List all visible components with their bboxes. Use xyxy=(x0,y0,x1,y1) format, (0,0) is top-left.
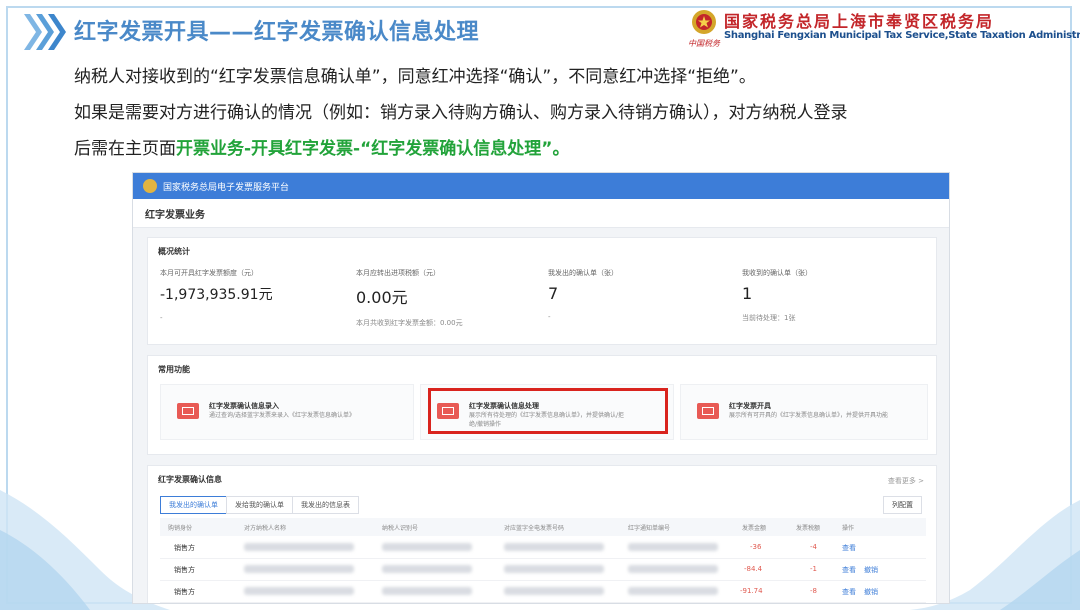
stat-sub: 本月共收到红字发票金额：0.00元 xyxy=(356,319,463,327)
slide-title: 红字发票开具——红字发票确认信息处理 xyxy=(74,20,480,45)
org-name-en: Shanghai Fengxian Municipal Tax Service,… xyxy=(724,30,1080,41)
stat-item: 本月应转出进项税额（元） 0.00元 本月共收到红字发票金额：0.00元 xyxy=(356,268,546,328)
stat-sub: 当前待处理：1张 xyxy=(742,314,796,322)
body-line-3-highlight: 开票业务-开具红字发票-“红字发票确认信息处理”。 xyxy=(176,139,570,159)
redacted-cell xyxy=(628,565,718,573)
stat-item: 我发出的确认单（张） 7 - xyxy=(548,268,738,328)
revoke-link[interactable]: 撤销 xyxy=(864,565,878,575)
cell-role: 销售方 xyxy=(174,588,195,596)
table-row: 销售方 -91.74 -8 查看 撤销 xyxy=(160,580,926,603)
overview-title: 概况统计 xyxy=(158,247,190,256)
table-header: 购销身份 对方纳税人名称 纳税人识别号 对应蓝字全电发票号码 红字通知单编号 发… xyxy=(160,518,926,536)
confirm-tabs: 我发出的确认单 发给我的确认单 我发出的信息表 xyxy=(160,496,359,514)
tab-received-confirm[interactable]: 发给我的确认单 xyxy=(226,496,293,514)
cell-amount: -36 xyxy=(750,543,762,551)
invoice-icon xyxy=(177,403,199,419)
column-header: 发票税额 xyxy=(796,525,821,532)
cell-tax: -1 xyxy=(810,565,817,573)
cell-tax: -4 xyxy=(810,543,817,551)
redacted-cell xyxy=(628,543,718,551)
cell-amount: -91.74 xyxy=(740,587,763,595)
revoke-link[interactable]: 撤销 xyxy=(864,587,878,597)
stat-sub: - xyxy=(548,313,551,321)
column-header: 购销身份 xyxy=(168,525,193,532)
stat-label: 本月应转出进项税额（元） xyxy=(356,269,440,277)
func-desc: 展示所有可开具的《红字发票信息确认单》，并提供开具功能 xyxy=(729,412,889,419)
redacted-cell xyxy=(504,587,604,595)
chevron-arrows-icon xyxy=(24,14,66,50)
stat-label: 我发出的确认单（张） xyxy=(548,269,618,277)
stat-value: -1,973,935.91元 xyxy=(160,287,273,303)
functions-title: 常用功能 xyxy=(158,365,190,374)
cell-tax: -8 xyxy=(810,587,817,595)
column-header: 红字通知单编号 xyxy=(628,525,671,532)
redacted-cell xyxy=(504,543,604,551)
highlight-box xyxy=(428,388,668,434)
redacted-cell xyxy=(382,565,472,573)
body-line-3: 后需在主页面开票业务-开具红字发票-“红字发票确认信息处理”。 xyxy=(74,134,569,159)
func-red-confirm-entry[interactable]: 红字发票确认信息录入 通过查询/选择蓝字发票来录入《红字发票信息确认单》 xyxy=(160,384,414,440)
stat-label: 我收到的确认单（张） xyxy=(742,269,812,277)
redacted-cell xyxy=(504,565,604,573)
view-more-link[interactable]: 查看更多 > xyxy=(888,476,924,486)
redacted-cell xyxy=(628,587,718,595)
column-config-button[interactable]: 列配置 xyxy=(883,496,922,514)
redacted-cell xyxy=(382,587,472,595)
column-header: 发票金额 xyxy=(742,525,767,532)
invoice-icon xyxy=(697,403,719,419)
column-header: 操作 xyxy=(842,525,855,532)
view-link[interactable]: 查看 xyxy=(842,565,856,575)
table-row: 销售方 -84.4 -1 查看 撤销 xyxy=(160,558,926,581)
func-desc: 通过查询/选择蓝字发票来录入《红字发票信息确认单》 xyxy=(209,412,356,419)
functions-card: 常用功能 红字发票确认信息录入 通过查询/选择蓝字发票来录入《红字发票信息确认单… xyxy=(147,355,937,455)
stat-value: 7 xyxy=(548,284,559,303)
tab-sent-info-table[interactable]: 我发出的信息表 xyxy=(292,496,359,514)
overview-card: 概况统计 本月可开具红字发票额度（元） -1,973,935.91元 - 本月应… xyxy=(147,237,937,345)
stat-value: 0.00元 xyxy=(356,288,408,307)
func-name: 红字发票确认信息录入 xyxy=(209,402,279,410)
redacted-cell xyxy=(244,543,354,551)
cell-role: 销售方 xyxy=(174,544,195,552)
column-header: 对应蓝字全电发票号码 xyxy=(504,525,565,532)
stat-item: 本月可开具红字发票额度（元） -1,973,935.91元 - xyxy=(160,268,350,328)
org-name-cn: 国家税务总局上海市奉贤区税务局 xyxy=(724,12,995,31)
redacted-cell xyxy=(244,587,354,595)
redacted-cell xyxy=(382,543,472,551)
column-header: 纳税人识别号 xyxy=(382,525,419,532)
stat-sub: - xyxy=(160,314,163,322)
org-header: 中国税务 国家税务总局上海市奉贤区税务局 Shanghai Fengxian M… xyxy=(688,6,1080,50)
tab-sent-confirm[interactable]: 我发出的确认单 xyxy=(160,496,227,514)
body-line-3-prefix: 后需在主页面 xyxy=(74,139,176,159)
platform-emblem-icon xyxy=(143,179,157,193)
tax-emblem-icon xyxy=(692,10,716,34)
stat-label: 本月可开具红字发票额度（元） xyxy=(160,269,258,277)
page-title: 红字发票业务 xyxy=(133,199,949,228)
confirm-info-title: 红字发票确认信息 xyxy=(158,475,222,484)
platform-screenshot: 国家税务总局电子发票服务平台 红字发票业务 概况统计 本月可开具红字发票额度（元… xyxy=(132,172,950,604)
redacted-cell xyxy=(244,565,354,573)
view-link[interactable]: 查看 xyxy=(842,543,856,553)
platform-topbar: 国家税务总局电子发票服务平台 xyxy=(133,173,949,199)
cell-amount: -84.4 xyxy=(744,565,763,573)
confirm-info-card: 红字发票确认信息 查看更多 > 我发出的确认单 发给我的确认单 我发出的信息表 … xyxy=(147,465,937,603)
view-link[interactable]: 查看 xyxy=(842,587,856,597)
stat-value: 1 xyxy=(742,284,753,303)
org-script-mark: 中国税务 xyxy=(688,39,720,48)
table-row: 销售方 -36 -4 查看 xyxy=(160,536,926,559)
platform-title: 国家税务总局电子发票服务平台 xyxy=(163,182,290,193)
cell-role: 销售方 xyxy=(174,566,195,574)
body-line-1: 纳税人对接收到的“红字发票信息确认单”，同意红冲选择“确认”，不同意红冲选择“拒… xyxy=(74,67,756,87)
func-red-invoice-issue[interactable]: 红字发票开具 展示所有可开具的《红字发票信息确认单》，并提供开具功能 xyxy=(680,384,928,440)
stat-item: 我收到的确认单（张） 1 当前待处理：1张 xyxy=(742,268,932,328)
column-header: 对方纳税人名称 xyxy=(244,525,287,532)
body-line-2: 如果是需要对方进行确认的情况（例如：销方录入待购方确认、购方录入待销方确认），对… xyxy=(74,103,848,123)
func-name: 红字发票开具 xyxy=(729,402,771,410)
